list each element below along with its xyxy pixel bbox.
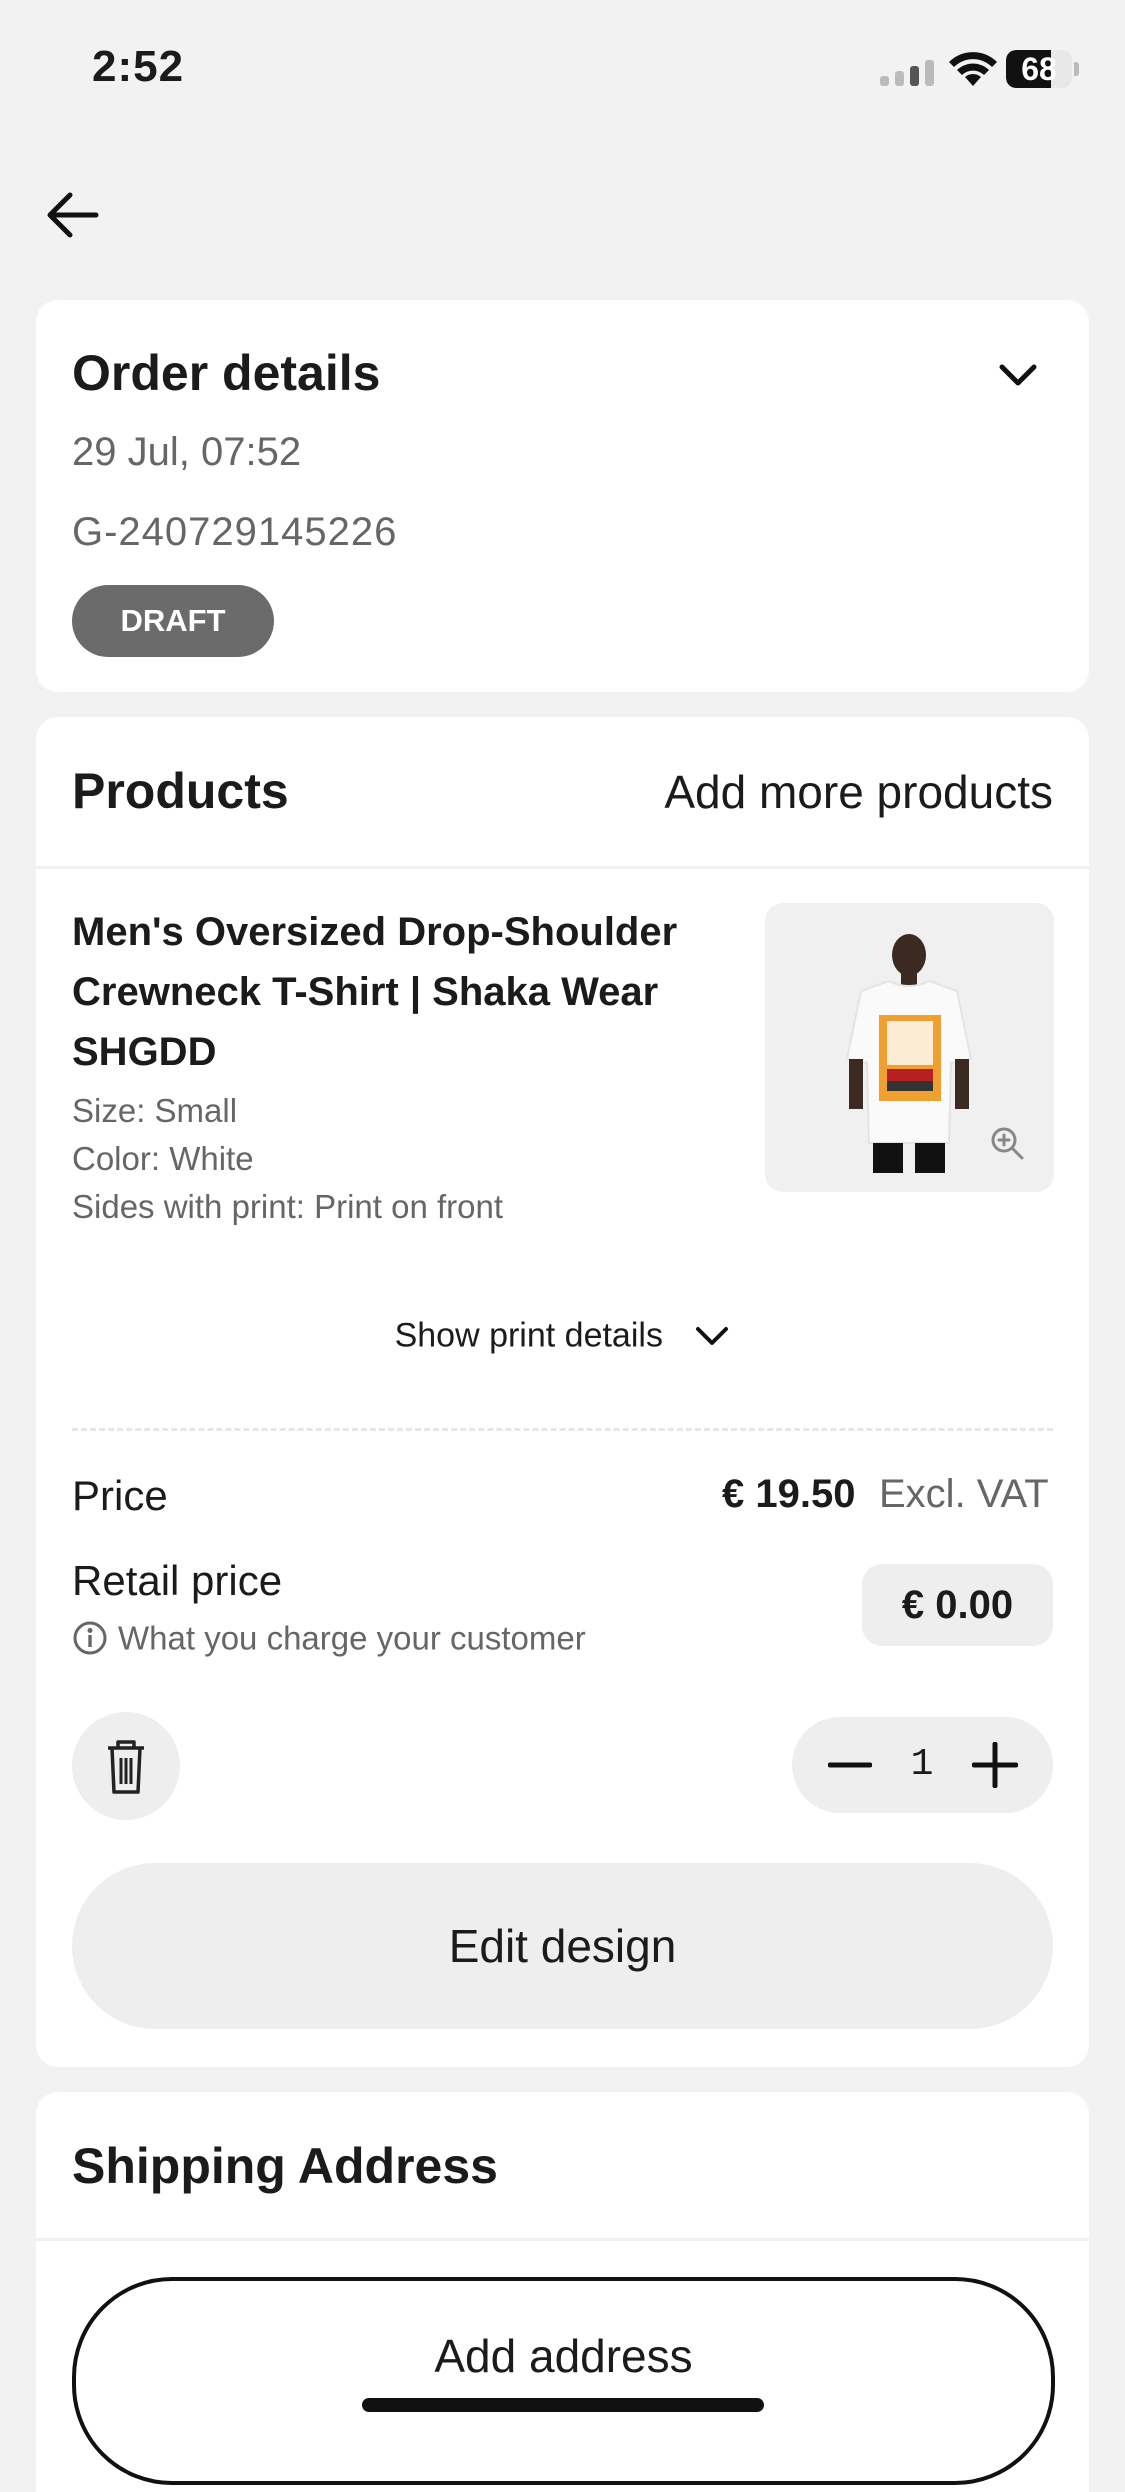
retail-price-label: Retail price — [72, 1557, 283, 1604]
product-name: Men's Oversized Drop-Shoulder Crewneck T… — [72, 910, 678, 1074]
show-print-details-button[interactable]: Show print details — [36, 1315, 1089, 1356]
products-title: Products — [72, 763, 289, 819]
home-indicator[interactable] — [362, 2398, 764, 2412]
retail-price-input[interactable]: € 0.00 — [862, 1564, 1053, 1646]
plus-icon[interactable] — [972, 1742, 1018, 1788]
product-thumbnail[interactable] — [765, 903, 1054, 1192]
order-details-card: Order details 29 Jul, 07:52 G-2407291452… — [36, 300, 1089, 692]
quantity-value[interactable]: 1 — [896, 1717, 948, 1813]
retail-price-note: What you charge your customer — [72, 1617, 586, 1657]
quantity-stepper: 1 — [792, 1717, 1053, 1813]
price-label: Price — [72, 1472, 168, 1519]
shipping-address-card: Shipping Address Add address — [36, 2092, 1089, 2492]
order-details-title: Order details — [72, 345, 381, 401]
cellular-signal-icon — [880, 60, 934, 86]
minus-icon[interactable] — [828, 1747, 872, 1783]
status-time: 2:52 — [92, 42, 185, 91]
shipping-address-title: Shipping Address — [72, 2138, 498, 2194]
show-print-details-label: Show print details — [394, 1316, 663, 1355]
back-arrow-icon[interactable] — [44, 190, 100, 240]
add-more-products-link[interactable]: Add more products — [664, 765, 1053, 819]
battery-percent: 68 — [1021, 51, 1057, 87]
order-date: 29 Jul, 07:52 — [72, 430, 302, 474]
wifi-icon — [949, 52, 997, 86]
battery-icon: 68 — [1006, 50, 1080, 88]
price-value: € 19.50 — [722, 1472, 856, 1516]
status-badge: DRAFT — [72, 585, 274, 657]
trash-icon — [108, 1740, 144, 1794]
info-icon — [73, 1621, 107, 1655]
divider — [36, 2238, 1089, 2241]
edit-design-button[interactable]: Edit design — [72, 1863, 1053, 2029]
order-id: G-240729145226 — [72, 510, 398, 554]
product-print-sides: Sides with print: Print on front — [72, 1188, 504, 1225]
tshirt-model-image — [845, 934, 1024, 1173]
product-color: Color: White — [72, 1140, 254, 1177]
chevron-down-icon[interactable] — [996, 360, 1040, 390]
chevron-down-icon — [696, 1327, 729, 1346]
retail-price-note-text: What you charge your customer — [118, 1619, 586, 1657]
dashed-divider — [72, 1428, 1053, 1431]
divider — [36, 866, 1089, 869]
add-address-button[interactable]: Add address — [72, 2277, 1055, 2485]
delete-button[interactable] — [72, 1712, 180, 1820]
products-card: Products Add more products Men's Oversiz… — [36, 717, 1089, 2067]
price-vat-note: Excl. VAT — [879, 1472, 1049, 1516]
zoom-icon[interactable] — [991, 1127, 1024, 1160]
product-size: Size: Small — [72, 1092, 238, 1129]
